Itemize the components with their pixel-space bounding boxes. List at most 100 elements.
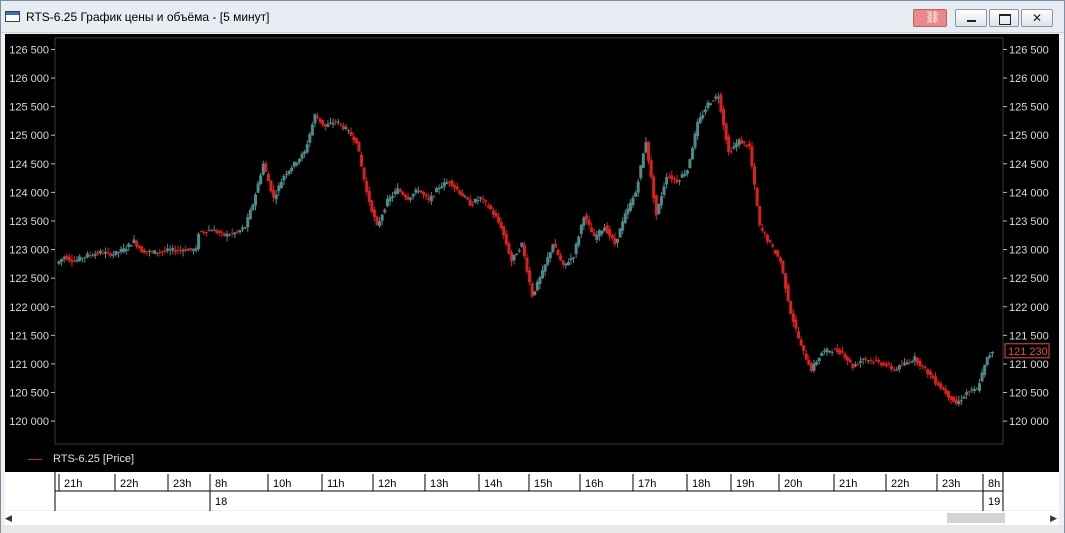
time-tick-label: 8h: [988, 478, 1000, 490]
candle-down: [230, 232, 234, 234]
candle-up: [688, 159, 692, 168]
status-strip: [1, 525, 1064, 533]
candle-down: [427, 197, 431, 200]
candle-down: [605, 225, 609, 234]
candle-up: [696, 121, 700, 137]
candle-up: [579, 224, 583, 234]
candle-up: [970, 389, 974, 391]
candle-up: [977, 383, 981, 391]
link-icon: ⛓: [925, 10, 941, 24]
candle-down: [918, 360, 922, 367]
candle-up: [308, 134, 312, 143]
candle-up: [574, 243, 578, 255]
candle-up: [621, 221, 625, 231]
candle-down: [771, 245, 775, 247]
candle-down: [189, 248, 193, 250]
candle-down: [160, 251, 164, 253]
candle-down: [729, 151, 733, 153]
candle-up: [303, 151, 307, 154]
time-tick-label: 19h: [736, 478, 754, 490]
scroll-right-arrow-icon[interactable]: ▶: [1050, 513, 1057, 524]
candle-up: [181, 250, 185, 252]
candle-down: [362, 167, 366, 180]
candle-down: [928, 371, 932, 375]
candle-down: [763, 232, 767, 234]
candle-up: [122, 248, 126, 253]
candle-up: [582, 217, 586, 226]
candle-down: [499, 222, 503, 229]
candle-up: [295, 162, 299, 166]
candle-up: [812, 363, 816, 371]
maximize-button[interactable]: [989, 9, 1019, 27]
candle-down: [142, 250, 146, 254]
candle-down: [370, 200, 374, 212]
candle-down: [835, 348, 839, 352]
candle-down: [946, 391, 950, 398]
candle-down: [652, 176, 656, 199]
candle-up: [197, 233, 201, 250]
y-tick-label-right: 122 000: [1009, 302, 1049, 314]
close-button[interactable]: [1021, 9, 1053, 27]
candle-down: [776, 250, 780, 257]
candle-up: [714, 96, 718, 99]
candle-down: [341, 125, 345, 130]
candle-down: [561, 260, 565, 265]
candle-down: [235, 231, 239, 233]
candle-up: [254, 194, 258, 206]
candle-up: [440, 186, 444, 189]
candle-down: [318, 118, 322, 122]
candle-down: [145, 251, 149, 253]
app-icon: [5, 11, 20, 22]
time-tick-label: 14h: [484, 478, 502, 490]
candle-up: [93, 253, 97, 256]
time-axis[interactable]: 21h 22h 23h 8h 10h 11h 12h 13h 14h 15h 16h 17h 18h 19…: [5, 470, 1059, 512]
candle-down: [450, 180, 454, 187]
time-tick-label: 13h: [430, 478, 448, 490]
candle-down: [135, 241, 139, 247]
time-tick-label: 16h: [585, 478, 603, 490]
chart-canvas[interactable]: 126 500 126 500 126 000 126 000 125 500 125 5…: [5, 34, 1059, 470]
candle-down: [269, 180, 273, 192]
scroll-thumb[interactable]: [947, 513, 1005, 523]
candle-up: [959, 399, 963, 401]
candle-down: [877, 360, 881, 362]
candle-up: [538, 277, 542, 284]
candle-up: [194, 248, 198, 251]
candle-up: [274, 194, 278, 200]
candle-down: [890, 365, 894, 370]
y-tick-label-left: 126 500: [9, 44, 49, 56]
candle-up: [820, 352, 824, 357]
candle-down: [466, 197, 470, 200]
link-button[interactable]: ⛓: [913, 9, 947, 27]
horizontal-scrollbar[interactable]: ◀ ▶: [5, 511, 1059, 525]
candle-down: [838, 349, 842, 355]
candle-down: [856, 363, 860, 365]
candle-down: [360, 154, 364, 167]
candle-up: [83, 257, 87, 259]
y-tick-label-left: 125 500: [9, 102, 49, 114]
candle-down: [65, 255, 69, 260]
candle-up: [895, 369, 899, 371]
candle-down: [670, 175, 674, 180]
candle-up: [116, 252, 120, 254]
candle-down: [724, 123, 728, 140]
scroll-left-arrow-icon[interactable]: ◀: [5, 513, 12, 524]
minimize-button[interactable]: [955, 9, 987, 27]
candle-up: [391, 196, 395, 198]
candle-down: [202, 231, 206, 233]
legend-label: RTS-6.25 [Price]: [53, 453, 135, 465]
candle-down: [649, 160, 653, 177]
candle-up: [957, 400, 961, 404]
candle-down: [952, 396, 956, 402]
candle-up: [243, 227, 247, 229]
candle-down: [458, 190, 462, 195]
price-chart[interactable]: 126 500 126 500 126 000 126 000 125 500 125 5…: [5, 34, 1059, 470]
candle-down: [339, 123, 343, 125]
title-bar[interactable]: RTS-6.25 График цены и объёма - [5 минут…: [1, 1, 1064, 33]
candle-up: [615, 238, 619, 243]
y-tick-label-left: 121 500: [9, 330, 49, 342]
candle-up: [965, 392, 969, 395]
candle-up: [698, 117, 702, 124]
candle-up: [171, 248, 175, 251]
candle-down: [272, 189, 276, 198]
